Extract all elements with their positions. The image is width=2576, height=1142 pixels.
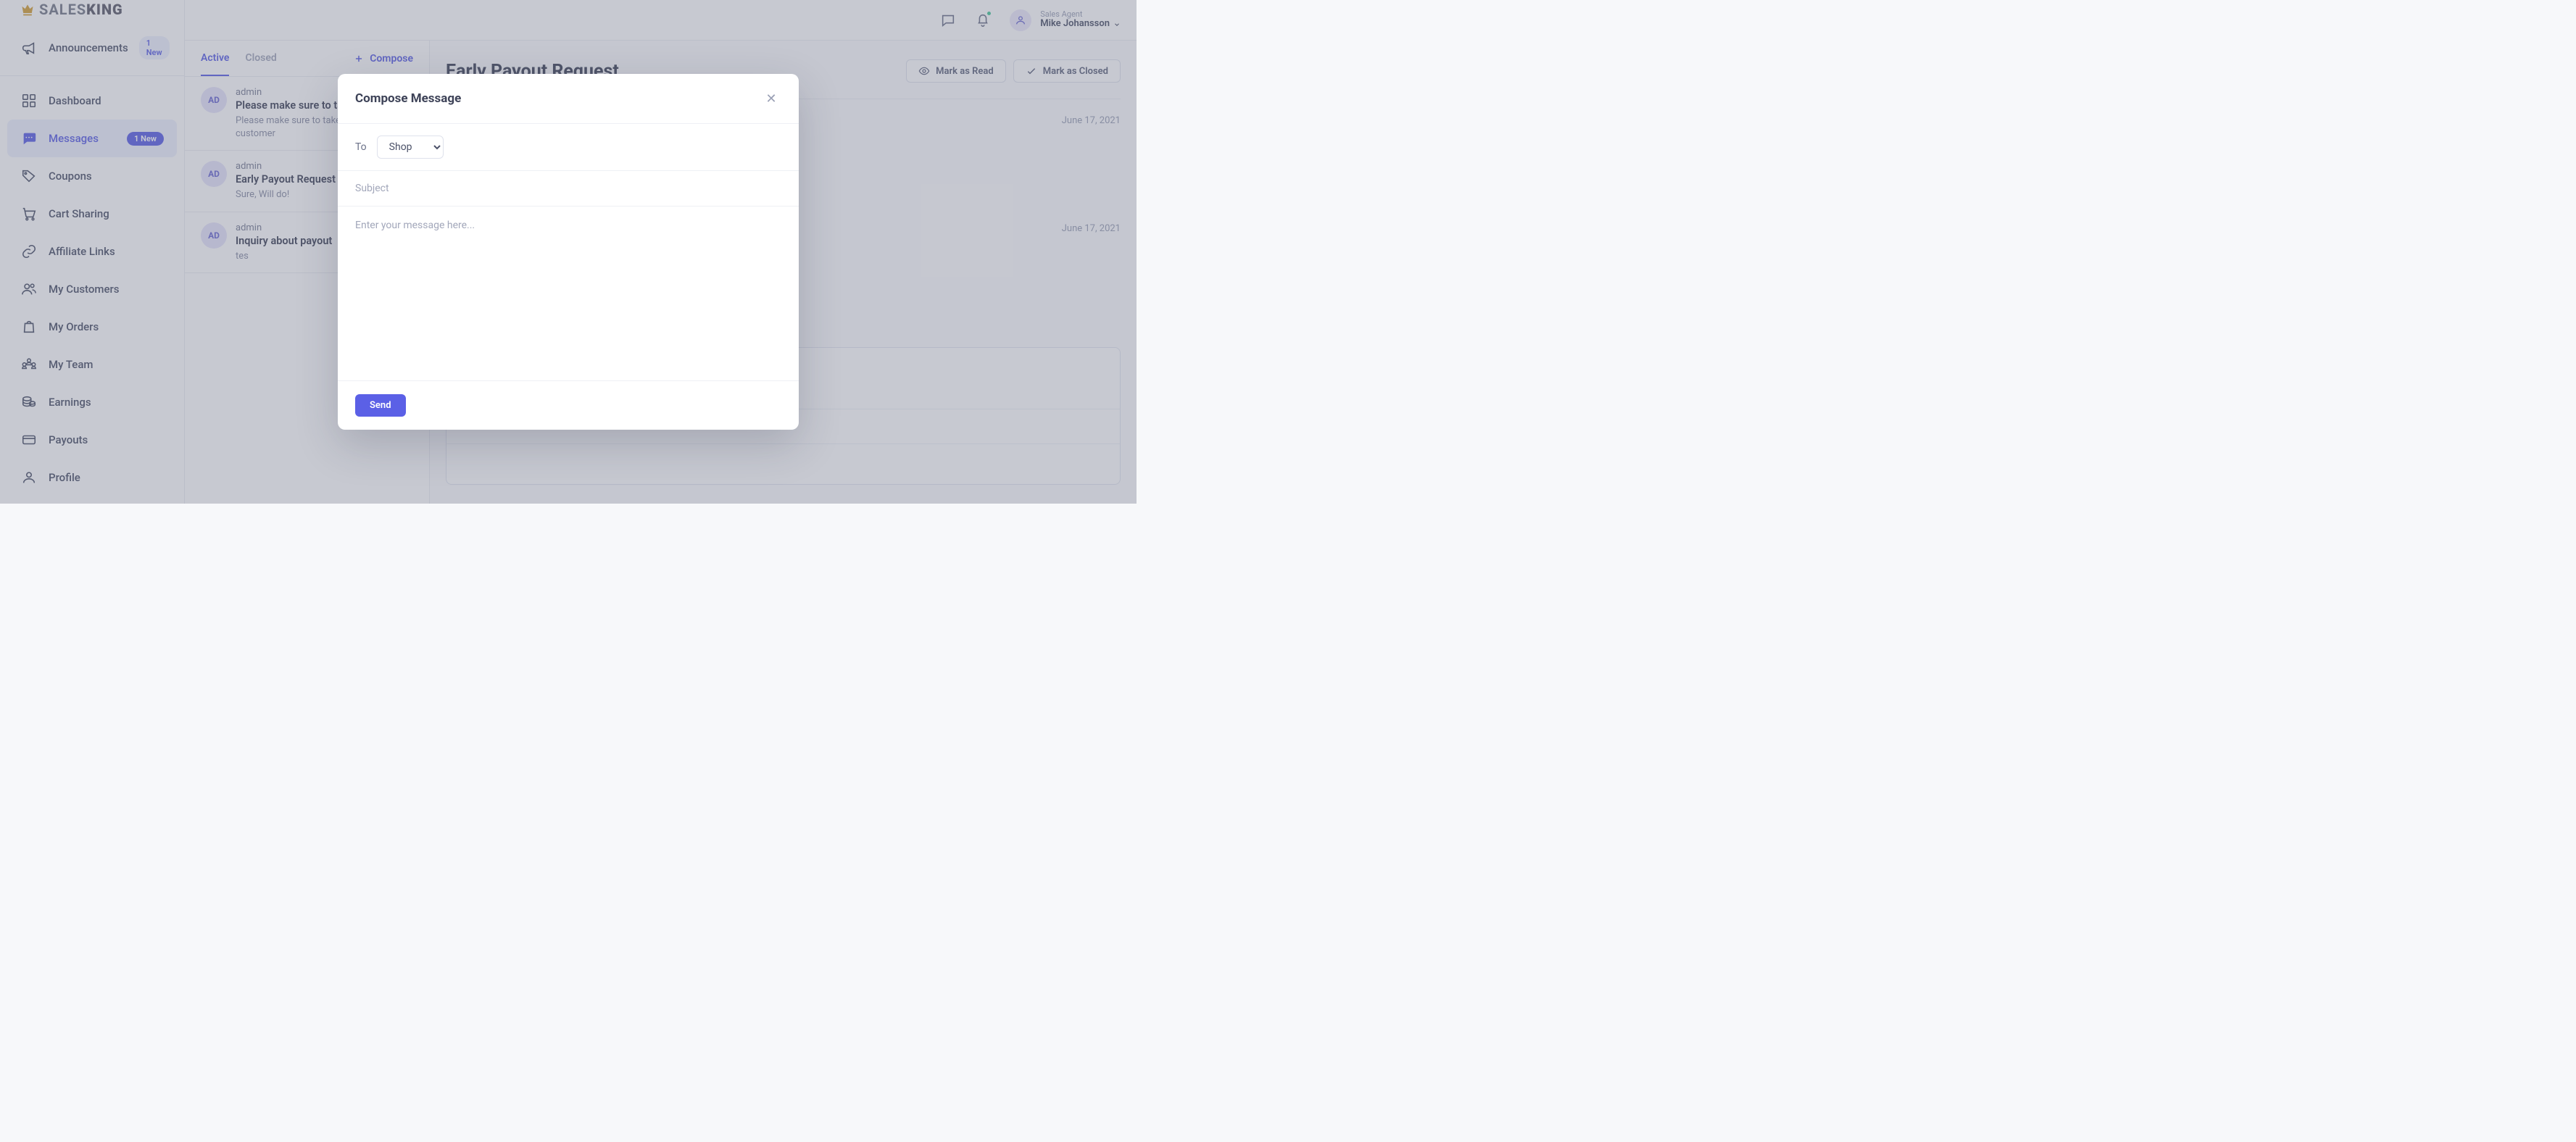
close-button[interactable]: ✕ [761, 88, 781, 109]
close-icon: ✕ [765, 91, 776, 107]
subject-input[interactable] [355, 183, 781, 194]
send-button[interactable]: Send [355, 394, 406, 417]
modal-title: Compose Message [355, 91, 461, 106]
to-label: To [355, 141, 367, 153]
compose-modal: Compose Message ✕ To Shop Send [338, 74, 799, 430]
modal-backdrop[interactable]: Compose Message ✕ To Shop Send [0, 0, 1137, 504]
to-select[interactable]: Shop [377, 136, 444, 159]
message-textarea[interactable] [338, 207, 799, 378]
